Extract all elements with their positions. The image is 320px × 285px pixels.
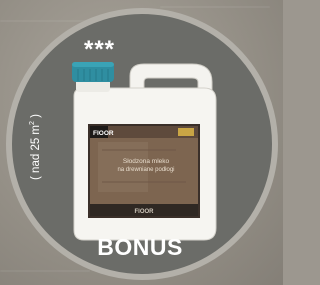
product-footer-brand: FIOOR [135, 209, 155, 215]
area-note-superscript: 2 [29, 121, 36, 125]
area-note-prefix: ( nad 25 m [30, 124, 42, 180]
area-note-suffix: ) [30, 114, 42, 122]
background-wood-grain [0, 270, 90, 272]
product-title-line1: Słodzona mleko [123, 158, 170, 165]
background-wood-grain [160, 6, 270, 8]
product-brand: FIOOR [93, 130, 114, 137]
area-note: ( nad 25 m2 ) [26, 92, 42, 202]
product-title-line2: na drewniane podłogi [117, 167, 174, 173]
product-label: FIOOR Słodzona mleko na drewniane podłog… [88, 124, 200, 218]
product-canister: FIOOR Słodzona mleko na drewniane podłog… [72, 62, 217, 241]
promo-image: *** ( nad 25 m2 ) FIOOR Słodzona mleko n… [0, 0, 283, 285]
bonus-label: BONUS [97, 234, 183, 260]
